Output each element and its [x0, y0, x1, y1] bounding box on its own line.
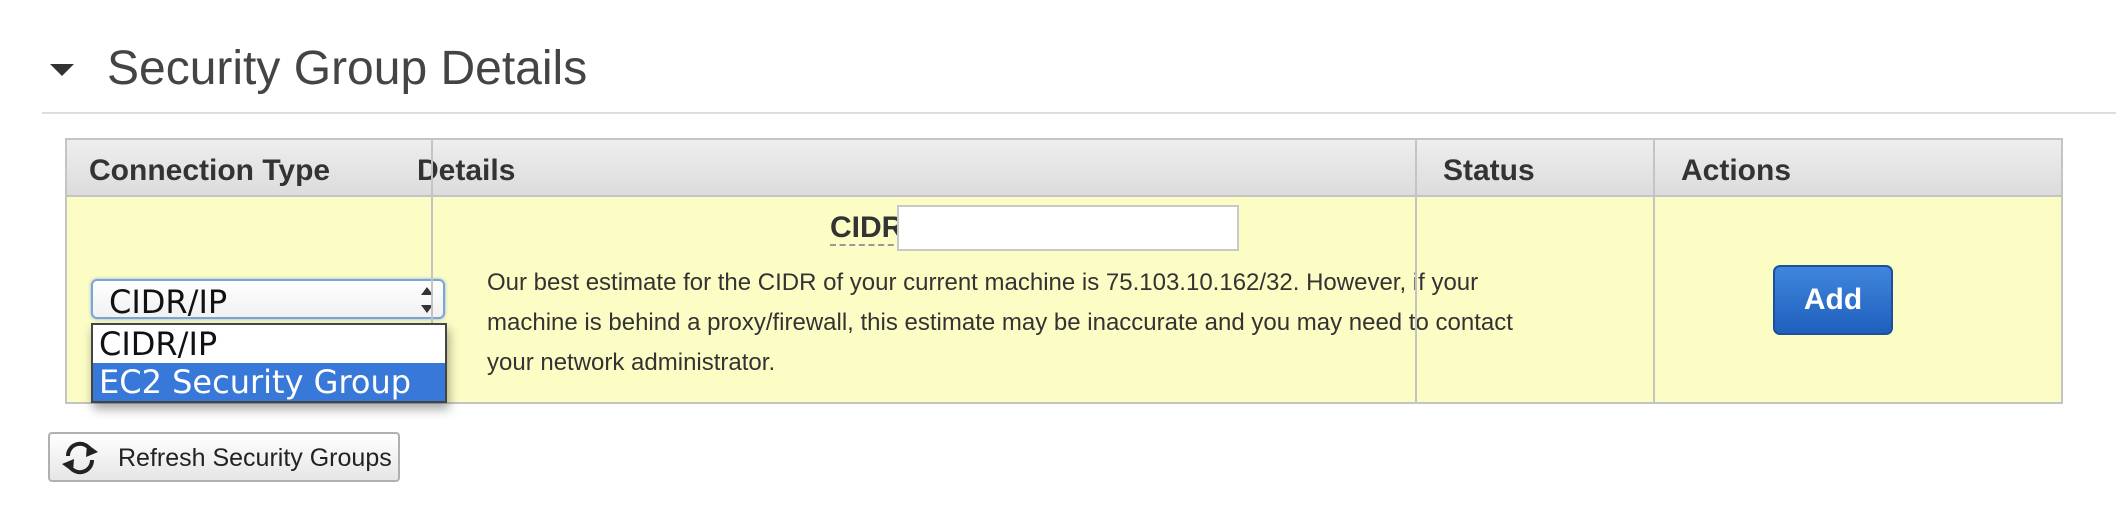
refresh-security-groups-button[interactable]: Refresh Security Groups	[48, 432, 400, 482]
connection-type-select[interactable]: CIDR/IP	[91, 279, 445, 321]
section-title: Security Group Details	[107, 42, 588, 95]
column-divider	[1653, 140, 1655, 402]
refresh-icon	[62, 441, 98, 475]
cidr-estimate-text: Our best estimate for the CIDR of your c…	[487, 269, 1513, 376]
header-actions: Actions	[1681, 154, 1792, 187]
table-header-row: Connection Type Details Status Actions	[67, 140, 2061, 197]
connection-type-dropdown: CIDR/IP EC2 Security Group	[91, 323, 447, 403]
header-connection-type: Connection Type	[89, 154, 331, 187]
header-status: Status	[1443, 154, 1535, 187]
collapse-triangle-icon[interactable]	[50, 64, 74, 76]
connection-type-select-value: CIDR/IP	[109, 283, 228, 321]
column-divider	[1415, 140, 1417, 402]
refresh-button-label: Refresh Security Groups	[118, 444, 392, 472]
security-group-table: Connection Type Details Status Actions C…	[65, 138, 2063, 404]
dropdown-option-ec2-security-group[interactable]: EC2 Security Group	[93, 363, 445, 401]
section-header: Security Group Details	[42, 30, 2116, 114]
cidr-input[interactable]	[897, 205, 1239, 251]
dropdown-option-cidr-ip[interactable]: CIDR/IP	[93, 325, 445, 363]
add-button[interactable]: Add	[1773, 265, 1893, 335]
